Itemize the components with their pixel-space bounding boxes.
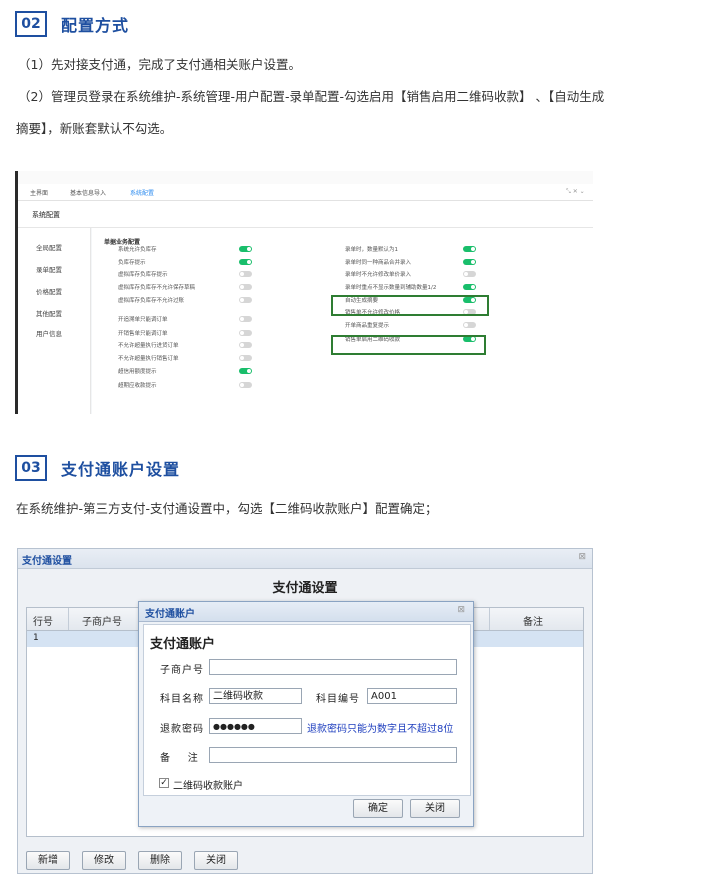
toggle-switch[interactable]	[463, 259, 476, 265]
sidebar-item-entry[interactable]: 录单配置	[36, 264, 62, 274]
page-title: 系统配置	[32, 211, 60, 219]
window-top-bar	[18, 171, 593, 185]
qr-account-label: 二维码收款账户	[173, 781, 243, 792]
close-icon[interactable]: ⊠	[457, 605, 465, 615]
sub-merchant-label: 子商户号	[160, 665, 204, 676]
toggle-switch[interactable]	[239, 271, 252, 277]
paragraph: （1）先对接支付通，完成了支付通相关账户设置。	[18, 57, 301, 72]
option-label-left: 不允许超量执行销售订单	[118, 356, 179, 362]
option-label-right: 录单时，数量默认为1	[345, 247, 398, 253]
option-label-left: 虚拟库存负库存不允许保存草稿	[118, 285, 196, 291]
dialog-heading: 支付通账户	[150, 637, 216, 652]
window-controls-icon[interactable]: ⤡ ✕ ⌄	[566, 188, 585, 196]
system-config-screenshot: 主界面 基本信息导入 系统配置 ⤡ ✕ ⌄ 系统配置 全局配置 录单配置 价格配…	[15, 171, 593, 414]
refund-password-hint: 退款密码只能为数字且不超过8位	[307, 724, 454, 735]
close-button[interactable]: 关闭	[194, 851, 238, 870]
option-label-left: 开追溯单只能调订单	[118, 317, 168, 323]
toggle-switch[interactable]	[239, 246, 252, 252]
subject-code-label: 科目编号	[316, 694, 360, 705]
toggle-switch[interactable]	[239, 368, 252, 374]
option-label-right: 录单时同一种商品合并录入	[345, 260, 412, 266]
tab-system-config[interactable]: 系统配置	[130, 188, 154, 197]
delete-button[interactable]: 删除	[138, 851, 182, 870]
option-label-left: 负库存提示	[118, 260, 146, 266]
paragraph: 在系统维护-第三方支付-支付通设置中，勾选【二维码收款账户】配置确定；	[16, 501, 438, 516]
toggle-switch[interactable]	[463, 271, 476, 277]
subject-name-input[interactable]: 二维码收款	[209, 688, 302, 704]
toggle-switch[interactable]	[239, 355, 252, 361]
paragraph: 摘要】，新账套默认不勾选。	[16, 121, 173, 136]
column-header-remark: 备注	[523, 617, 543, 628]
ok-button[interactable]: 确定	[353, 799, 403, 818]
dialog-body: 支付通账户 子商户号 科目名称 二维码收款 科目编号 A001 退款密码 ●●●…	[143, 624, 471, 796]
toggle-switch[interactable]	[463, 284, 476, 290]
column-header-row-no: 行号	[33, 617, 53, 628]
edit-button[interactable]: 修改	[82, 851, 126, 870]
option-label-left: 系统允许负库存	[118, 247, 157, 253]
section-number: 03	[15, 455, 47, 481]
section-number: 02	[15, 11, 47, 37]
sidebar-item-global[interactable]: 全局配置	[36, 242, 62, 252]
paragraph: （2）管理员登录在系统维护-系统管理-用户配置-录单配置-勾选启用【销售启用二维…	[18, 89, 605, 104]
tab-home[interactable]: 主界面	[30, 188, 48, 197]
option-label-left: 超期应收款提示	[118, 383, 157, 389]
highlight-qr-payment	[331, 335, 486, 355]
toggle-switch[interactable]	[463, 246, 476, 252]
subject-code-input[interactable]: A001	[367, 688, 457, 704]
toggle-switch[interactable]	[239, 382, 252, 388]
section-title: 配置方式	[61, 16, 130, 35]
sidebar-item-price[interactable]: 价格配置	[36, 286, 62, 296]
option-label-left: 超信用额度提示	[118, 369, 157, 375]
page-header: 系统配置	[18, 201, 593, 228]
qr-account-checkbox[interactable]: ✓	[159, 778, 169, 788]
option-label-left: 不允许超量执行进货订单	[118, 343, 179, 349]
toggle-switch[interactable]	[239, 284, 252, 290]
toggle-switch[interactable]	[239, 259, 252, 265]
option-label-left: 开销售单只能调订单	[118, 331, 168, 337]
sub-merchant-input[interactable]	[209, 659, 457, 675]
row-number: 1	[33, 633, 39, 643]
highlight-auto-summary	[331, 295, 489, 316]
option-label-right: 开单商品重复提示	[345, 323, 390, 329]
window-title-bar: 支付通设置 ⊠	[18, 549, 592, 569]
option-label-right: 录单时不允许修改单价录入	[345, 272, 412, 278]
section-02-header: 02 配置方式	[15, 11, 129, 37]
dialog-close-button[interactable]: 关闭	[410, 799, 460, 818]
toggle-switch[interactable]	[239, 342, 252, 348]
remark-input[interactable]	[209, 747, 457, 763]
tab-bar: 主界面 基本信息导入 系统配置 ⤡ ✕ ⌄	[18, 184, 593, 201]
toggle-switch[interactable]	[463, 322, 476, 328]
close-icon[interactable]: ⊠	[578, 552, 586, 562]
toggle-switch[interactable]	[239, 330, 252, 336]
option-label-left: 虚拟库存负库存不允许过账	[118, 298, 185, 304]
subject-name-label: 科目名称	[160, 694, 204, 705]
window-title: 支付通设置	[22, 556, 72, 567]
tab-basic-import[interactable]: 基本信息导入	[70, 188, 106, 197]
section-03-header: 03 支付通账户设置	[15, 455, 180, 481]
sidebar-item-user[interactable]: 用户信息	[36, 328, 62, 338]
config-sidebar: 全局配置 录单配置 价格配置 其他配置 用户信息	[18, 228, 91, 414]
remark-label: 备 注	[160, 753, 199, 764]
config-main: 单据业务配置 系统允许负库存 负库存提示 虚拟库存负库存提示 虚拟库存负库存不允许保存…	[92, 228, 593, 414]
window-heading: 支付通设置	[272, 581, 338, 596]
dialog-title: 支付通账户	[145, 609, 195, 620]
option-label-left: 虚拟库存负库存提示	[118, 272, 168, 278]
option-label-right: 录单时重点不显示数量到辅助数量1/2	[345, 285, 437, 291]
refund-password-label: 退款密码	[160, 724, 204, 735]
column-header-sub-merchant: 子商户号	[82, 617, 122, 628]
refund-password-input[interactable]: ●●●●●●	[209, 718, 302, 734]
account-dialog: 支付通账户 ⊠ 支付通账户 子商户号 科目名称 二维码收款 科目编号 A001 …	[138, 601, 474, 827]
toggle-switch[interactable]	[239, 297, 252, 303]
section-title: 支付通账户设置	[61, 460, 181, 479]
add-button[interactable]: 新增	[26, 851, 70, 870]
sidebar-item-other[interactable]: 其他配置	[36, 308, 62, 318]
dialog-title-bar: 支付通账户 ⊠	[139, 602, 473, 622]
toggle-switch[interactable]	[239, 316, 252, 322]
